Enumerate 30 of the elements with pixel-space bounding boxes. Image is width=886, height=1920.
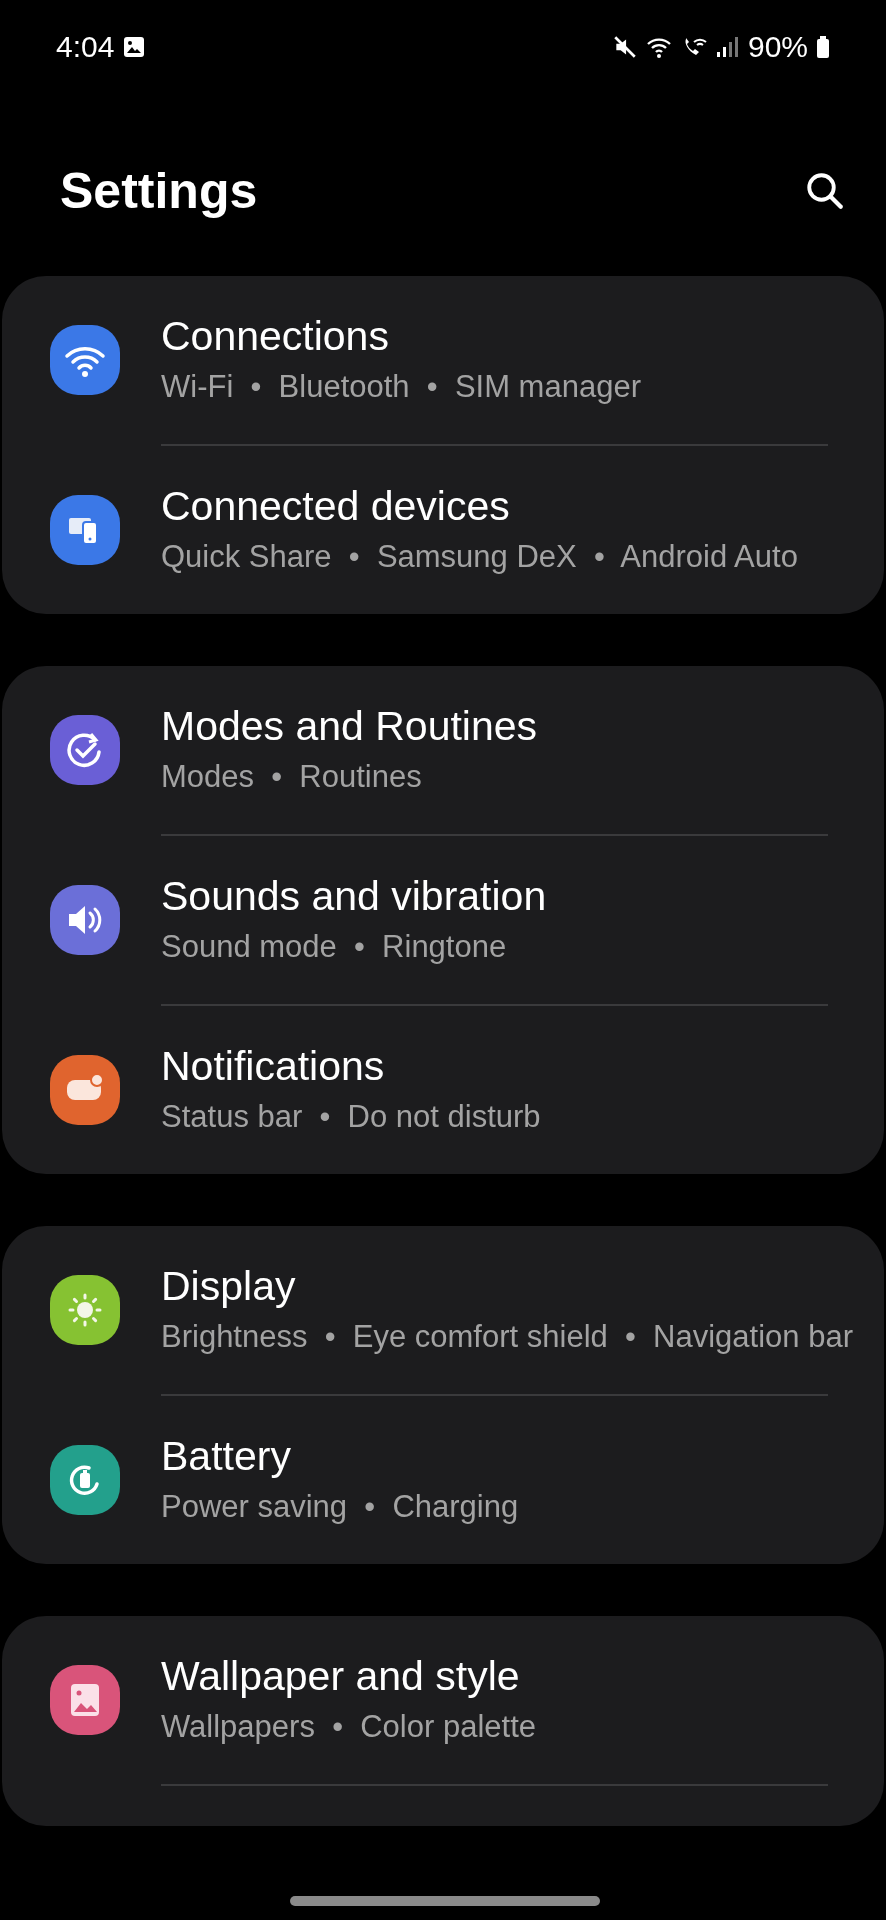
page-title: Settings xyxy=(60,162,258,220)
item-subtitle: Brightness • Eye comfort shield • Navigation bar xyxy=(161,1317,853,1356)
settings-item[interactable]: Sounds and vibration Sound mode • Ringtone xyxy=(2,836,884,1004)
item-subtitle: Quick Share • Samsung DeX • Android Auto xyxy=(161,537,798,576)
settings-item[interactable]: Display Brightness • Eye comfort shield • Navigation bar xyxy=(2,1226,884,1394)
signal-icon xyxy=(715,35,738,59)
item-title: Display xyxy=(161,1262,297,1310)
item-title: Wallpaper and style xyxy=(161,1652,521,1700)
settings-item[interactable]: Modes and Routines Modes • Routines xyxy=(2,666,884,834)
settings-item[interactable]: Wallpaper and style Wallpapers • Color palette xyxy=(2,1616,884,1784)
item-subtitle: Modes • Routines xyxy=(161,757,423,796)
item-subtitle: Wi-Fi • Bluetooth • SIM manager xyxy=(161,367,641,406)
item-title: Battery xyxy=(161,1432,292,1480)
settings-item[interactable]: Battery Power saving • Charging xyxy=(2,1396,884,1564)
settings-item[interactable]: Connections Wi-Fi • Bluetooth • SIM manager xyxy=(2,276,884,444)
item-title: Connected devices xyxy=(161,482,511,530)
item-title: Notifications xyxy=(161,1042,386,1090)
settings-item[interactable]: Connected devices Quick Share • Samsung DeX • Android Auto xyxy=(2,446,884,614)
item-subtitle: Wallpapers • Color palette xyxy=(161,1707,536,1746)
item-title: Connections xyxy=(161,312,390,360)
image-icon xyxy=(122,35,147,59)
clock-time: 4:04 xyxy=(56,30,115,64)
item-subtitle: Power saving • Charging xyxy=(161,1487,519,1526)
item-title: Modes and Routines xyxy=(161,702,538,750)
settings-item[interactable]: Notifications Status bar • Do not disturb xyxy=(2,1006,884,1174)
item-subtitle: Status bar • Do not disturb xyxy=(161,1097,541,1136)
battery-icon xyxy=(816,35,830,59)
item-subtitle: Sound mode • Ringtone xyxy=(161,927,508,966)
item-title: Sounds and vibration xyxy=(161,872,547,920)
battery-percent: 90% xyxy=(747,30,808,64)
